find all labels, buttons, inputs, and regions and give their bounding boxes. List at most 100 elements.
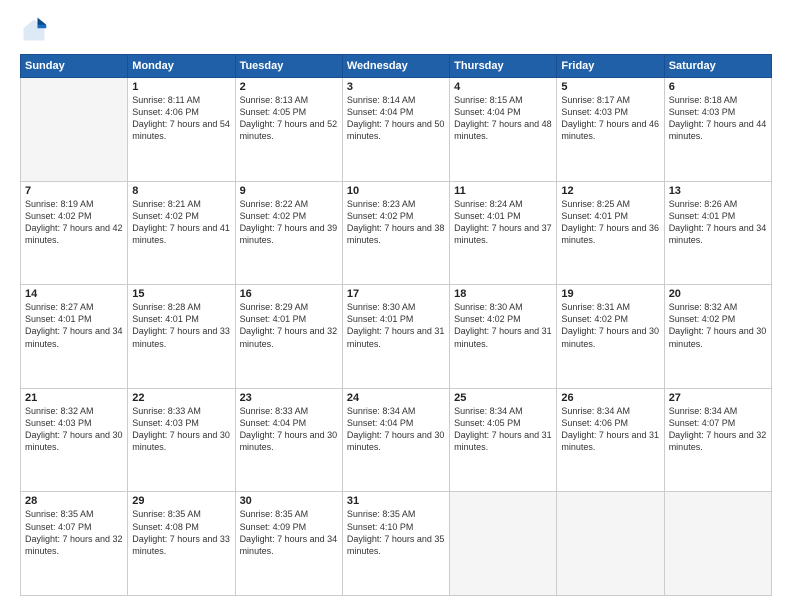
day-info: Sunrise: 8:31 AMSunset: 4:02 PMDaylight:… <box>561 301 659 350</box>
calendar-table: SundayMondayTuesdayWednesdayThursdayFrid… <box>20 54 772 596</box>
calendar-cell: 29Sunrise: 8:35 AMSunset: 4:08 PMDayligh… <box>128 492 235 596</box>
logo <box>20 16 52 44</box>
calendar-cell <box>664 492 771 596</box>
day-number: 23 <box>240 392 338 404</box>
calendar-cell: 25Sunrise: 8:34 AMSunset: 4:05 PMDayligh… <box>450 388 557 492</box>
calendar-day-header: Thursday <box>450 55 557 78</box>
calendar-week-row: 28Sunrise: 8:35 AMSunset: 4:07 PMDayligh… <box>21 492 772 596</box>
day-number: 14 <box>25 288 123 300</box>
day-number: 1 <box>132 81 230 93</box>
day-number: 12 <box>561 185 659 197</box>
day-info: Sunrise: 8:18 AMSunset: 4:03 PMDaylight:… <box>669 94 767 143</box>
day-info: Sunrise: 8:21 AMSunset: 4:02 PMDaylight:… <box>132 198 230 247</box>
day-number: 28 <box>25 495 123 507</box>
calendar-day-header: Wednesday <box>342 55 449 78</box>
calendar-cell: 24Sunrise: 8:34 AMSunset: 4:04 PMDayligh… <box>342 388 449 492</box>
day-number: 30 <box>240 495 338 507</box>
day-info: Sunrise: 8:34 AMSunset: 4:06 PMDaylight:… <box>561 405 659 454</box>
calendar-cell: 14Sunrise: 8:27 AMSunset: 4:01 PMDayligh… <box>21 285 128 389</box>
calendar-cell: 19Sunrise: 8:31 AMSunset: 4:02 PMDayligh… <box>557 285 664 389</box>
calendar-cell: 22Sunrise: 8:33 AMSunset: 4:03 PMDayligh… <box>128 388 235 492</box>
day-info: Sunrise: 8:17 AMSunset: 4:03 PMDaylight:… <box>561 94 659 143</box>
day-number: 20 <box>669 288 767 300</box>
day-number: 17 <box>347 288 445 300</box>
calendar-cell: 28Sunrise: 8:35 AMSunset: 4:07 PMDayligh… <box>21 492 128 596</box>
day-info: Sunrise: 8:26 AMSunset: 4:01 PMDaylight:… <box>669 198 767 247</box>
calendar-week-row: 7Sunrise: 8:19 AMSunset: 4:02 PMDaylight… <box>21 181 772 285</box>
day-number: 27 <box>669 392 767 404</box>
day-info: Sunrise: 8:33 AMSunset: 4:03 PMDaylight:… <box>132 405 230 454</box>
day-number: 8 <box>132 185 230 197</box>
day-number: 9 <box>240 185 338 197</box>
calendar-day-header: Saturday <box>664 55 771 78</box>
day-info: Sunrise: 8:19 AMSunset: 4:02 PMDaylight:… <box>25 198 123 247</box>
calendar-cell: 30Sunrise: 8:35 AMSunset: 4:09 PMDayligh… <box>235 492 342 596</box>
day-info: Sunrise: 8:33 AMSunset: 4:04 PMDaylight:… <box>240 405 338 454</box>
calendar-cell: 13Sunrise: 8:26 AMSunset: 4:01 PMDayligh… <box>664 181 771 285</box>
day-number: 6 <box>669 81 767 93</box>
day-info: Sunrise: 8:27 AMSunset: 4:01 PMDaylight:… <box>25 301 123 350</box>
day-number: 26 <box>561 392 659 404</box>
day-number: 31 <box>347 495 445 507</box>
calendar-cell: 18Sunrise: 8:30 AMSunset: 4:02 PMDayligh… <box>450 285 557 389</box>
day-info: Sunrise: 8:35 AMSunset: 4:08 PMDaylight:… <box>132 508 230 557</box>
calendar-cell: 1Sunrise: 8:11 AMSunset: 4:06 PMDaylight… <box>128 78 235 182</box>
header <box>20 16 772 44</box>
calendar-cell <box>557 492 664 596</box>
calendar-cell <box>21 78 128 182</box>
day-info: Sunrise: 8:34 AMSunset: 4:07 PMDaylight:… <box>669 405 767 454</box>
calendar-cell: 20Sunrise: 8:32 AMSunset: 4:02 PMDayligh… <box>664 285 771 389</box>
calendar-cell: 27Sunrise: 8:34 AMSunset: 4:07 PMDayligh… <box>664 388 771 492</box>
day-number: 13 <box>669 185 767 197</box>
day-number: 19 <box>561 288 659 300</box>
day-number: 24 <box>347 392 445 404</box>
day-number: 16 <box>240 288 338 300</box>
day-info: Sunrise: 8:32 AMSunset: 4:03 PMDaylight:… <box>25 405 123 454</box>
calendar-day-header: Sunday <box>21 55 128 78</box>
calendar-cell <box>450 492 557 596</box>
day-number: 15 <box>132 288 230 300</box>
calendar-cell: 9Sunrise: 8:22 AMSunset: 4:02 PMDaylight… <box>235 181 342 285</box>
calendar-day-header: Tuesday <box>235 55 342 78</box>
day-number: 11 <box>454 185 552 197</box>
day-info: Sunrise: 8:34 AMSunset: 4:05 PMDaylight:… <box>454 405 552 454</box>
page: SundayMondayTuesdayWednesdayThursdayFrid… <box>0 0 792 612</box>
day-number: 29 <box>132 495 230 507</box>
day-number: 22 <box>132 392 230 404</box>
calendar-cell: 16Sunrise: 8:29 AMSunset: 4:01 PMDayligh… <box>235 285 342 389</box>
day-info: Sunrise: 8:35 AMSunset: 4:10 PMDaylight:… <box>347 508 445 557</box>
calendar-cell: 2Sunrise: 8:13 AMSunset: 4:05 PMDaylight… <box>235 78 342 182</box>
day-info: Sunrise: 8:30 AMSunset: 4:01 PMDaylight:… <box>347 301 445 350</box>
calendar-cell: 26Sunrise: 8:34 AMSunset: 4:06 PMDayligh… <box>557 388 664 492</box>
day-number: 4 <box>454 81 552 93</box>
day-info: Sunrise: 8:35 AMSunset: 4:09 PMDaylight:… <box>240 508 338 557</box>
calendar-cell: 8Sunrise: 8:21 AMSunset: 4:02 PMDaylight… <box>128 181 235 285</box>
day-number: 21 <box>25 392 123 404</box>
calendar-week-row: 1Sunrise: 8:11 AMSunset: 4:06 PMDaylight… <box>21 78 772 182</box>
day-info: Sunrise: 8:32 AMSunset: 4:02 PMDaylight:… <box>669 301 767 350</box>
day-info: Sunrise: 8:14 AMSunset: 4:04 PMDaylight:… <box>347 94 445 143</box>
calendar-cell: 6Sunrise: 8:18 AMSunset: 4:03 PMDaylight… <box>664 78 771 182</box>
calendar-week-row: 14Sunrise: 8:27 AMSunset: 4:01 PMDayligh… <box>21 285 772 389</box>
calendar-cell: 10Sunrise: 8:23 AMSunset: 4:02 PMDayligh… <box>342 181 449 285</box>
day-number: 2 <box>240 81 338 93</box>
day-number: 25 <box>454 392 552 404</box>
day-info: Sunrise: 8:29 AMSunset: 4:01 PMDaylight:… <box>240 301 338 350</box>
day-number: 18 <box>454 288 552 300</box>
calendar-cell: 21Sunrise: 8:32 AMSunset: 4:03 PMDayligh… <box>21 388 128 492</box>
calendar-day-header: Friday <box>557 55 664 78</box>
calendar-cell: 3Sunrise: 8:14 AMSunset: 4:04 PMDaylight… <box>342 78 449 182</box>
day-number: 10 <box>347 185 445 197</box>
calendar-cell: 4Sunrise: 8:15 AMSunset: 4:04 PMDaylight… <box>450 78 557 182</box>
day-info: Sunrise: 8:25 AMSunset: 4:01 PMDaylight:… <box>561 198 659 247</box>
day-info: Sunrise: 8:28 AMSunset: 4:01 PMDaylight:… <box>132 301 230 350</box>
calendar-cell: 11Sunrise: 8:24 AMSunset: 4:01 PMDayligh… <box>450 181 557 285</box>
calendar-cell: 7Sunrise: 8:19 AMSunset: 4:02 PMDaylight… <box>21 181 128 285</box>
day-number: 7 <box>25 185 123 197</box>
calendar-day-header: Monday <box>128 55 235 78</box>
day-info: Sunrise: 8:11 AMSunset: 4:06 PMDaylight:… <box>132 94 230 143</box>
calendar-cell: 23Sunrise: 8:33 AMSunset: 4:04 PMDayligh… <box>235 388 342 492</box>
calendar-cell: 12Sunrise: 8:25 AMSunset: 4:01 PMDayligh… <box>557 181 664 285</box>
calendar-cell: 31Sunrise: 8:35 AMSunset: 4:10 PMDayligh… <box>342 492 449 596</box>
day-number: 5 <box>561 81 659 93</box>
